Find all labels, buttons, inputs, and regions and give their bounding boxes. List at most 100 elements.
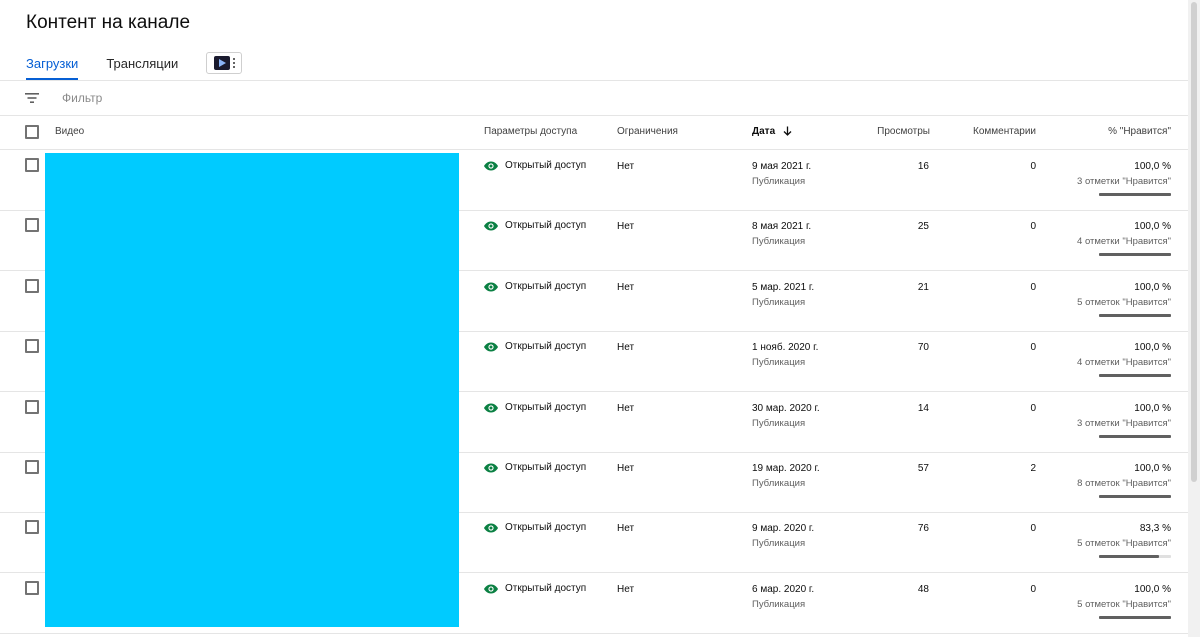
likes-count: 3 отметки "Нравится" — [1077, 176, 1171, 187]
row-checkbox[interactable] — [25, 460, 39, 474]
likes-count: 8 отметок "Нравится" — [1077, 478, 1171, 489]
channel-content-page: Контент на канале Загрузки Трансляции Ви… — [0, 0, 1200, 637]
visibility-label: Открытый доступ — [505, 220, 587, 231]
comments-value: 0 — [1030, 523, 1036, 534]
row-checkbox[interactable] — [25, 158, 39, 172]
eye-icon — [484, 282, 498, 291]
page-title: Контент на канале — [26, 12, 191, 33]
column-header-date-label: Дата — [752, 126, 776, 137]
visibility-label: Открытый доступ — [505, 160, 587, 171]
comments-value: 0 — [1030, 221, 1036, 232]
eye-icon — [484, 161, 498, 170]
column-header-video[interactable]: Видео — [55, 126, 84, 137]
visibility-setting[interactable]: Открытый доступ — [484, 462, 586, 473]
column-header-likes[interactable]: % "Нравится" — [1108, 126, 1171, 137]
redacted-thumbnails — [45, 153, 459, 627]
restrictions-value: Нет — [617, 161, 635, 172]
visibility-label: Открытый доступ — [505, 462, 587, 473]
likes-ratio-fill — [1099, 435, 1171, 438]
likes-ratio-bar — [1099, 495, 1171, 498]
likes-count: 3 отметки "Нравится" — [1077, 418, 1171, 429]
views-value: 48 — [917, 584, 929, 595]
likes-ratio-fill — [1099, 193, 1171, 196]
visibility-setting[interactable]: Открытый доступ — [484, 341, 586, 352]
likes-percent: 100,0 % — [1134, 221, 1171, 232]
likes-percent: 100,0 % — [1134, 161, 1171, 172]
views-value: 14 — [917, 403, 929, 414]
row-checkbox[interactable] — [25, 279, 39, 293]
scrollbar-thumb[interactable] — [1191, 2, 1197, 482]
visibility-setting[interactable]: Открытый доступ — [484, 220, 586, 231]
visibility-label: Открытый доступ — [505, 522, 587, 533]
visibility-setting[interactable]: Открытый доступ — [484, 160, 586, 171]
likes-ratio-bar — [1099, 314, 1171, 317]
publish-status: Публикация — [752, 236, 806, 247]
date-value: 8 мая 2021 г. — [752, 221, 812, 232]
comments-value: 0 — [1030, 161, 1036, 172]
visibility-setting[interactable]: Открытый доступ — [484, 583, 586, 594]
eye-icon — [484, 221, 498, 230]
publish-status: Публикация — [752, 599, 806, 610]
date-value: 30 мар. 2020 г. — [752, 403, 820, 414]
select-all-checkbox[interactable] — [25, 125, 39, 139]
column-header-date[interactable]: Дата — [752, 126, 792, 139]
restrictions-value: Нет — [617, 584, 635, 595]
column-header-visibility[interactable]: Параметры доступа — [484, 126, 577, 137]
row-checkbox[interactable] — [25, 218, 39, 232]
visibility-setting[interactable]: Открытый доступ — [484, 522, 586, 533]
visibility-label: Открытый доступ — [505, 281, 587, 292]
scrollbar[interactable] — [1188, 0, 1200, 637]
views-value: 70 — [917, 342, 929, 353]
views-value: 57 — [917, 463, 929, 474]
likes-percent: 100,0 % — [1134, 282, 1171, 293]
column-header-views[interactable]: Просмотры — [877, 126, 930, 137]
likes-count: 4 отметки "Нравится" — [1077, 236, 1171, 247]
publish-status: Публикация — [752, 176, 806, 187]
publish-status: Публикация — [752, 297, 806, 308]
likes-ratio-bar — [1099, 555, 1171, 558]
row-checkbox[interactable] — [25, 400, 39, 414]
tab-live[interactable]: Трансляции — [106, 46, 178, 80]
extra-tab-menu-button[interactable] — [206, 52, 243, 74]
restrictions-value: Нет — [617, 463, 635, 474]
play-thumbnail-icon — [213, 56, 230, 70]
comments-value: 0 — [1030, 403, 1036, 414]
publish-status: Публикация — [752, 478, 806, 489]
likes-ratio-fill — [1099, 616, 1171, 619]
filter-icon[interactable] — [25, 91, 39, 109]
comments-value: 2 — [1030, 463, 1036, 474]
likes-ratio-bar — [1099, 616, 1171, 619]
filter-bar — [0, 81, 1188, 115]
likes-percent: 100,0 % — [1134, 403, 1171, 414]
eye-icon — [484, 463, 498, 472]
visibility-setting[interactable]: Открытый доступ — [484, 402, 586, 413]
date-value: 5 мар. 2021 г. — [752, 282, 815, 293]
views-value: 76 — [917, 523, 929, 534]
row-checkbox[interactable] — [25, 520, 39, 534]
restrictions-value: Нет — [617, 523, 635, 534]
visibility-label: Открытый доступ — [505, 341, 587, 352]
date-value: 1 нояб. 2020 г. — [752, 342, 819, 353]
visibility-setting[interactable]: Открытый доступ — [484, 281, 586, 292]
likes-percent: 100,0 % — [1134, 584, 1171, 595]
row-checkbox[interactable] — [25, 339, 39, 353]
column-header-comments[interactable]: Комментарии — [973, 126, 1036, 137]
tab-uploads[interactable]: Загрузки — [26, 46, 79, 80]
visibility-label: Открытый доступ — [505, 402, 587, 413]
likes-ratio-bar — [1099, 193, 1171, 196]
views-value: 16 — [917, 161, 929, 172]
filter-divider — [0, 115, 1188, 116]
row-checkbox[interactable] — [25, 581, 39, 595]
filter-input[interactable] — [62, 89, 362, 107]
likes-ratio-fill — [1099, 253, 1171, 256]
restrictions-value: Нет — [617, 282, 635, 293]
likes-count: 5 отметок "Нравится" — [1077, 599, 1171, 610]
publish-status: Публикация — [752, 357, 806, 368]
publish-status: Публикация — [752, 418, 806, 429]
sort-descending-icon[interactable] — [783, 126, 792, 139]
restrictions-value: Нет — [617, 221, 635, 232]
likes-percent: 83,3 % — [1139, 523, 1171, 534]
column-header-restrictions[interactable]: Ограничения — [617, 126, 678, 137]
likes-percent: 100,0 % — [1134, 463, 1171, 474]
comments-value: 0 — [1030, 584, 1036, 595]
